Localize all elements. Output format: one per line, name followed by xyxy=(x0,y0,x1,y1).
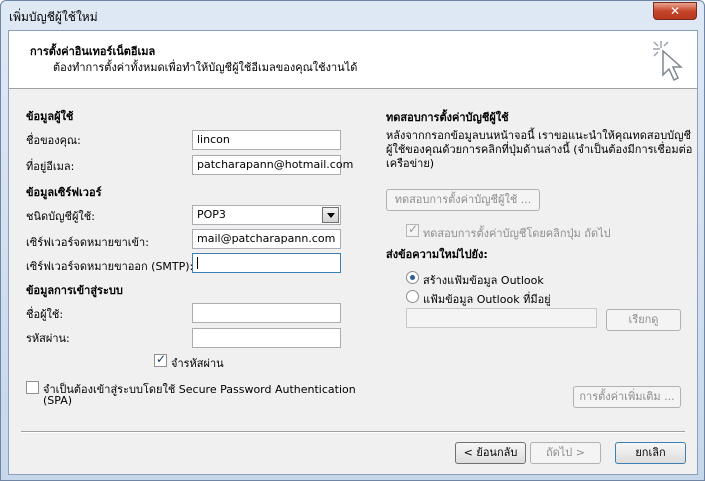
test-description-line3: เครือข่าย) xyxy=(386,157,435,170)
spa-label-line1: จำเป็นต้องเข้าสู่ระบบโดยใช้ Secure Passw… xyxy=(43,383,356,396)
existing-data-file-label: แฟ้มข้อมูล Outlook ที่มีอยู่ xyxy=(423,293,551,306)
add-account-window: เพิ่มบัญชีผู้ใช้ใหม่ ✕ การตั้งค่าอินเทอร… xyxy=(0,0,705,481)
title-bar[interactable]: เพิ่มบัญชีผู้ใช้ใหม่ ✕ xyxy=(1,1,704,29)
cursor-click-icon xyxy=(653,41,683,82)
next-button[interactable]: ถัดไป > xyxy=(530,442,601,464)
spa-label-line2: (SPA) xyxy=(43,394,73,407)
cancel-button[interactable]: ยกเลิก xyxy=(615,442,686,464)
account-type-select[interactable]: POP3 xyxy=(192,205,341,225)
outgoing-server-field[interactable] xyxy=(192,253,341,273)
email-label: ที่อยู่อีเมล: xyxy=(26,160,75,173)
server-info-heading: ข้อมูลเซิร์ฟเวอร์ xyxy=(26,186,102,199)
close-button[interactable]: ✕ xyxy=(653,2,697,20)
remember-password-label: จำรหัสผ่าน xyxy=(171,357,224,370)
new-data-file-label: สร้างแฟ้มข้อมูล Outlook xyxy=(423,274,544,287)
back-button[interactable]: < ย้อนกลับ xyxy=(455,442,526,464)
footer-separator xyxy=(21,431,685,433)
chevron-down-icon[interactable] xyxy=(322,207,339,223)
username-field[interactable] xyxy=(192,303,341,323)
deliver-heading: ส่งข้อความใหม่ไปยัง: xyxy=(386,248,488,261)
data-file-path-field[interactable] xyxy=(406,308,597,328)
email-field[interactable]: patcharapann@hotmail.com xyxy=(192,155,353,175)
logon-info-heading: ข้อมูลการเข้าสู่ระบบ xyxy=(26,284,123,297)
outgoing-server-label: เซิร์ฟเวอร์จดหมายขาออก (SMTP): xyxy=(26,260,194,273)
remember-password-checkbox[interactable] xyxy=(154,352,167,367)
text-cursor xyxy=(197,257,198,269)
test-account-settings-button[interactable]: ทดสอบการตั้งค่าบัญชีผู้ใช้ ... xyxy=(386,189,540,211)
existing-data-file-radio[interactable] xyxy=(406,290,419,303)
test-description-line1: หลังจากกรอกข้อมูลบนหน้าจอนี้ เราขอแนะนำใ… xyxy=(386,129,692,142)
page-header: การตั้งค่าอินเทอร์เน็ตอีเมล ต้องทำการตั้… xyxy=(9,31,697,89)
name-label: ชื่อของคุณ: xyxy=(26,134,81,147)
window-title: เพิ่มบัญชีผู้ใช้ใหม่ xyxy=(9,10,98,24)
incoming-server-label: เซิร์ฟเวอร์จดหมายขาเข้า: xyxy=(26,236,149,249)
account-type-value: POP3 xyxy=(197,208,226,221)
dialog-client-area: การตั้งค่าอินเทอร์เน็ตอีเมล ต้องทำการตั้… xyxy=(8,30,698,475)
auto-test-checkbox[interactable] xyxy=(406,222,419,237)
test-settings-heading: ทดสอบการตั้งค่าบัญชีผู้ใช้ xyxy=(386,111,509,124)
test-description-line2: ผู้ใช้ของคุณด้วยการคลิกที่ปุ่มด้านล่างนี… xyxy=(386,143,693,156)
browse-button[interactable]: เรียกดู xyxy=(606,309,681,331)
spa-checkbox[interactable] xyxy=(26,381,39,394)
page-subtitle: ต้องทำการตั้งค่าทั้งหมดเพื่อทำให้บัญชีผู… xyxy=(53,61,358,74)
new-data-file-radio[interactable] xyxy=(406,271,419,284)
username-label: ชื่อผู้ใช้: xyxy=(26,308,64,321)
auto-test-label: ทดสอบการตั้งค่าบัญชีโดยคลิกปุ่ม ถัดไป xyxy=(423,227,611,240)
password-label: รหัสผ่าน: xyxy=(26,332,70,345)
user-info-heading: ข้อมูลผู้ใช้ xyxy=(26,110,74,123)
account-type-label: ชนิดบัญชีผู้ใช้: xyxy=(26,210,95,223)
incoming-server-field[interactable]: mail@patcharapann.com xyxy=(192,229,341,249)
password-field[interactable] xyxy=(192,328,341,348)
more-settings-button[interactable]: การตั้งค่าเพิ่มเติม ... xyxy=(573,386,681,408)
name-field[interactable]: lincon xyxy=(192,130,341,150)
